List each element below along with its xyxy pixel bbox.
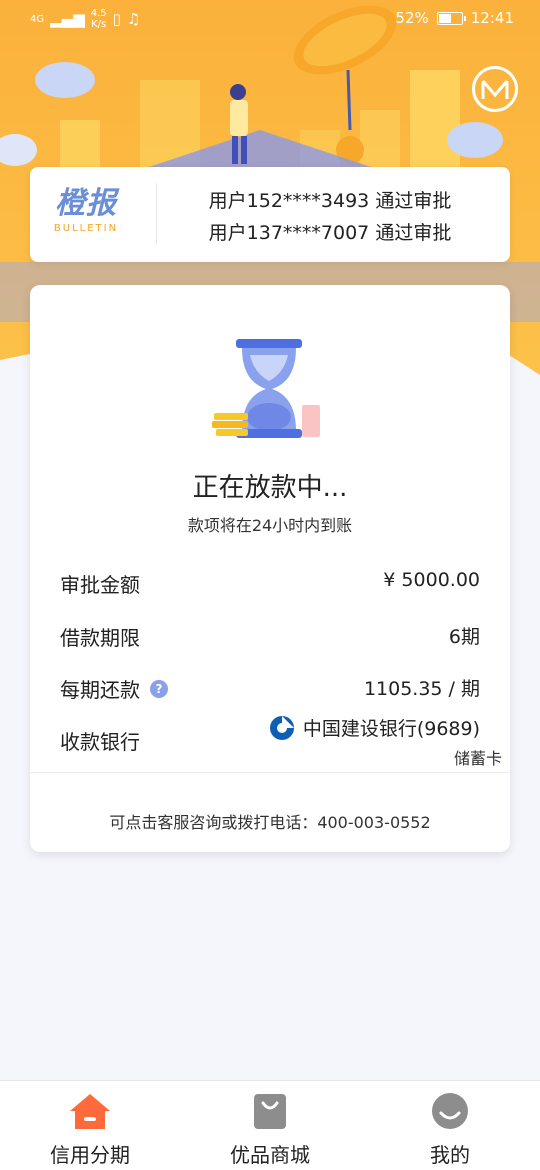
tab-mall[interactable]: 优品商城 <box>180 1081 360 1170</box>
battery-percent: 52% <box>395 9 429 27</box>
loan-status-card: 正在放款中... 款项将在24小时内到账 审批金额 ¥ 5000.00 借款期限… <box>30 285 510 852</box>
status-title: 正在放款中... <box>192 473 348 503</box>
receiving-bank-row: 收款银行 中国建设银行(9689) <box>60 715 480 762</box>
tab-label: 优品商城 <box>230 1143 310 1167</box>
net-speed-unit: K/s <box>91 19 107 30</box>
loan-term-label: 借款期限 <box>60 626 140 650</box>
bulletin-divider <box>156 183 157 245</box>
card-divider <box>30 772 510 773</box>
customer-service-contact[interactable]: 可点击客服咨询或拨打电话：400-003-0552 <box>30 809 510 833</box>
loan-term-value: 6期 <box>448 626 480 648</box>
envelope-m-icon <box>481 80 509 99</box>
vibrate-icon: ▯ <box>112 10 121 28</box>
loan-term-row: 借款期限 6期 <box>60 622 480 658</box>
help-question-icon[interactable]: ? <box>150 679 168 698</box>
bulletin-message: 用户152****3493 通过审批 <box>208 190 452 212</box>
receiving-bank-label: 收款银行 <box>60 730 140 754</box>
net-speed: 4.5 K/s <box>91 8 107 30</box>
card-type: 储蓄卡 <box>453 749 502 768</box>
tab-label: 我的 <box>430 1143 470 1167</box>
bulletin-logo-en: BULLETIN <box>53 223 119 234</box>
installment-value: 1105.35 / 期 <box>363 678 480 700</box>
approved-amount-row: 审批金额 ¥ 5000.00 <box>60 569 480 605</box>
bulletin-message: 用户137****7007 通过审批 <box>208 222 452 244</box>
tab-label: 信用分期 <box>50 1143 130 1167</box>
notification-bell-icon: ♫ <box>126 10 141 28</box>
installment-label: 每期还款 <box>60 678 140 702</box>
home-icon <box>70 1094 110 1129</box>
clock: 12:41 <box>470 9 514 27</box>
bottom-tab-bar: 信用分期 优品商城 我的 <box>0 1080 540 1170</box>
bulletin-messages: 用户152****3493 通过审批 用户137****7007 通过审批 <box>170 185 490 249</box>
tab-mine[interactable]: 我的 <box>360 1081 540 1170</box>
network-signal-icon: 4G <box>30 13 45 25</box>
ccb-bank-logo-icon <box>269 715 294 740</box>
approved-amount-value: ¥ 5000.00 <box>383 569 480 591</box>
bulletin-logo-cn: 橙报 <box>55 186 117 221</box>
bank-name: 中国建设银行(9689) <box>302 718 480 740</box>
net-speed-value: 4.5 <box>90 8 107 19</box>
brand-circle-button[interactable] <box>472 66 518 112</box>
signal-bars-icon: ▂▄▆ <box>50 10 85 28</box>
user-avatar-icon <box>432 1093 468 1129</box>
status-bar: 4G ▂▄▆ 4.5 K/s ▯ ♫ 52% 12:41 <box>0 0 540 40</box>
status-subtitle: 款项将在24小时内到账 <box>187 516 353 535</box>
battery-icon <box>436 11 466 25</box>
bulletin-logo: 橙报 BULLETIN <box>46 186 126 235</box>
tab-credit-installment[interactable]: 信用分期 <box>0 1081 180 1170</box>
approved-amount-label: 审批金额 <box>60 573 140 597</box>
installment-row: 每期还款 ? 1105.35 / 期 <box>60 674 480 710</box>
bank-info: 中国建设银行(9689) <box>269 714 480 741</box>
bulletin-card[interactable]: 橙报 BULLETIN 用户152****3493 通过审批 用户137****… <box>30 167 510 262</box>
shopping-bag-icon <box>254 1094 286 1129</box>
hourglass-icon <box>212 339 320 438</box>
